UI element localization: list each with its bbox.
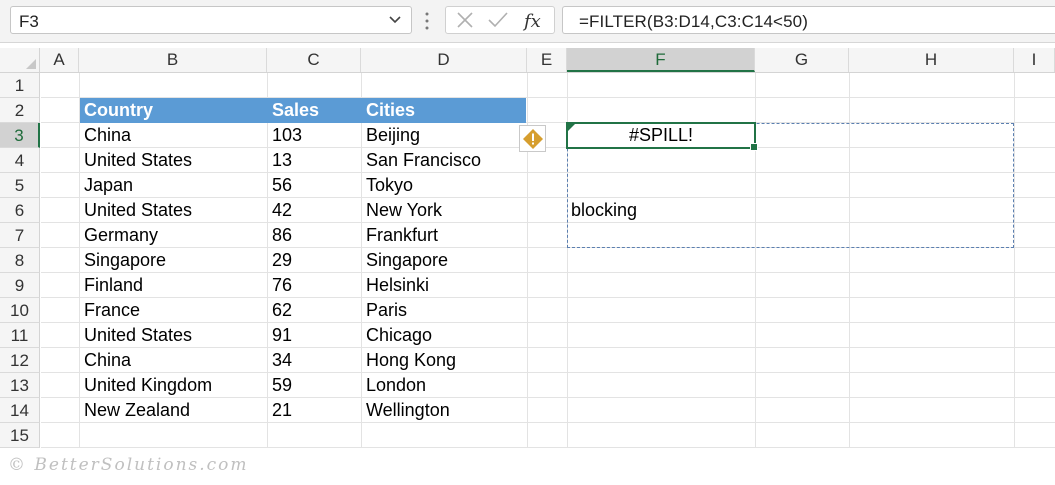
chevron-down-icon[interactable] — [385, 10, 405, 30]
cell-sales[interactable]: 42 — [268, 198, 292, 223]
column-header-g[interactable]: G — [755, 48, 849, 72]
cell-city[interactable]: San Francisco — [362, 148, 481, 173]
cell-country[interactable]: Finland — [80, 273, 143, 298]
column-header-c[interactable]: C — [267, 48, 361, 72]
cell-city[interactable]: Hong Kong — [362, 348, 456, 373]
cell-city[interactable]: Frankfurt — [362, 223, 438, 248]
cell-sales[interactable]: 62 — [268, 298, 292, 323]
cell-sales[interactable]: 34 — [268, 348, 292, 373]
cell-sales[interactable]: 86 — [268, 223, 292, 248]
header-sales[interactable]: Sales — [268, 98, 362, 123]
row-header-7[interactable]: 7 — [0, 223, 40, 248]
active-cell-f3[interactable]: #SPILL! — [566, 122, 758, 151]
formula-actions: fx — [445, 6, 555, 34]
blocking-cell[interactable]: blocking — [567, 198, 637, 223]
cell-sales[interactable]: 76 — [268, 273, 292, 298]
worksheet-grid[interactable]: Country Sales Cities China 103 Beijing U… — [41, 73, 1055, 448]
header-cities[interactable]: Cities — [362, 98, 528, 123]
cell-sales[interactable]: 91 — [268, 323, 292, 348]
row-header-2[interactable]: 2 — [0, 98, 40, 123]
column-header-e[interactable]: E — [527, 48, 567, 72]
row-header-5[interactable]: 5 — [0, 173, 40, 198]
cell-city[interactable]: Wellington — [362, 398, 450, 423]
cell-country[interactable]: Singapore — [80, 248, 166, 273]
row-header-1[interactable]: 1 — [0, 73, 40, 98]
row-header-8[interactable]: 8 — [0, 248, 40, 273]
column-header-i[interactable]: I — [1014, 48, 1055, 72]
column-header-a[interactable]: A — [40, 48, 79, 72]
cell-country[interactable]: New Zealand — [80, 398, 190, 423]
vertical-dots-icon[interactable] — [424, 11, 430, 31]
watermark: © BetterSolutions.com — [8, 455, 249, 475]
column-headers: A B C D E F G H I — [0, 48, 1055, 73]
name-box[interactable]: F3 — [10, 6, 412, 34]
cell-sales[interactable]: 13 — [268, 148, 292, 173]
formula-text: =FILTER(B3:D14,C3:C14<50) — [579, 12, 808, 31]
row-header-3[interactable]: 3 — [0, 123, 40, 148]
fill-handle[interactable] — [750, 143, 758, 151]
cell-city[interactable]: Beijing — [362, 123, 420, 148]
row-header-13[interactable]: 13 — [0, 373, 40, 398]
cell-country[interactable]: United States — [80, 148, 192, 173]
column-header-h[interactable]: H — [849, 48, 1014, 72]
cell-country[interactable]: United Kingdom — [80, 373, 212, 398]
insert-function-icon[interactable]: fx — [522, 9, 548, 33]
cell-sales[interactable]: 56 — [268, 173, 292, 198]
cell-city[interactable]: Singapore — [362, 248, 448, 273]
cell-country[interactable]: Germany — [80, 223, 158, 248]
cell-country[interactable]: China — [80, 348, 131, 373]
spill-error-value: #SPILL! — [628, 125, 694, 145]
cell-city[interactable]: London — [362, 373, 426, 398]
cell-city[interactable]: New York — [362, 198, 442, 223]
warning-icon — [523, 129, 543, 149]
cell-sales[interactable]: 21 — [268, 398, 292, 423]
row-header-14[interactable]: 14 — [0, 398, 40, 423]
column-header-f[interactable]: F — [567, 48, 755, 72]
cell-city[interactable]: Paris — [362, 298, 407, 323]
cell-country[interactable]: United States — [80, 323, 192, 348]
cell-city[interactable]: Tokyo — [362, 173, 413, 198]
row-header-6[interactable]: 6 — [0, 198, 40, 223]
cell-sales[interactable]: 29 — [268, 248, 292, 273]
row-header-10[interactable]: 10 — [0, 298, 40, 323]
cancel-icon[interactable] — [454, 9, 476, 31]
row-header-15[interactable]: 15 — [0, 423, 40, 448]
cell-country[interactable]: United States — [80, 198, 192, 223]
formula-input[interactable]: =FILTER(B3:D14,C3:C14<50) — [562, 6, 1055, 34]
cell-country[interactable]: Japan — [80, 173, 133, 198]
row-header-9[interactable]: 9 — [0, 273, 40, 298]
select-all-button[interactable] — [0, 48, 40, 72]
column-header-b[interactable]: B — [79, 48, 267, 72]
error-options-button[interactable] — [519, 125, 546, 152]
column-header-d[interactable]: D — [361, 48, 527, 72]
cell-city[interactable]: Chicago — [362, 323, 432, 348]
cell-sales[interactable]: 59 — [268, 373, 292, 398]
row-header-4[interactable]: 4 — [0, 148, 40, 173]
formula-bar: F3 fx =FILTER(B3:D14,C3:C14<50) — [0, 0, 1055, 43]
name-box-value: F3 — [19, 12, 39, 31]
row-header-12[interactable]: 12 — [0, 348, 40, 373]
header-country[interactable]: Country — [80, 98, 268, 123]
cell-country[interactable]: France — [80, 298, 140, 323]
cell-sales[interactable]: 103 — [268, 123, 302, 148]
cell-city[interactable]: Helsinki — [362, 273, 429, 298]
enter-check-icon[interactable] — [486, 9, 510, 31]
cell-country[interactable]: China — [80, 123, 131, 148]
svg-text:fx: fx — [522, 11, 541, 32]
row-header-11[interactable]: 11 — [0, 323, 40, 348]
